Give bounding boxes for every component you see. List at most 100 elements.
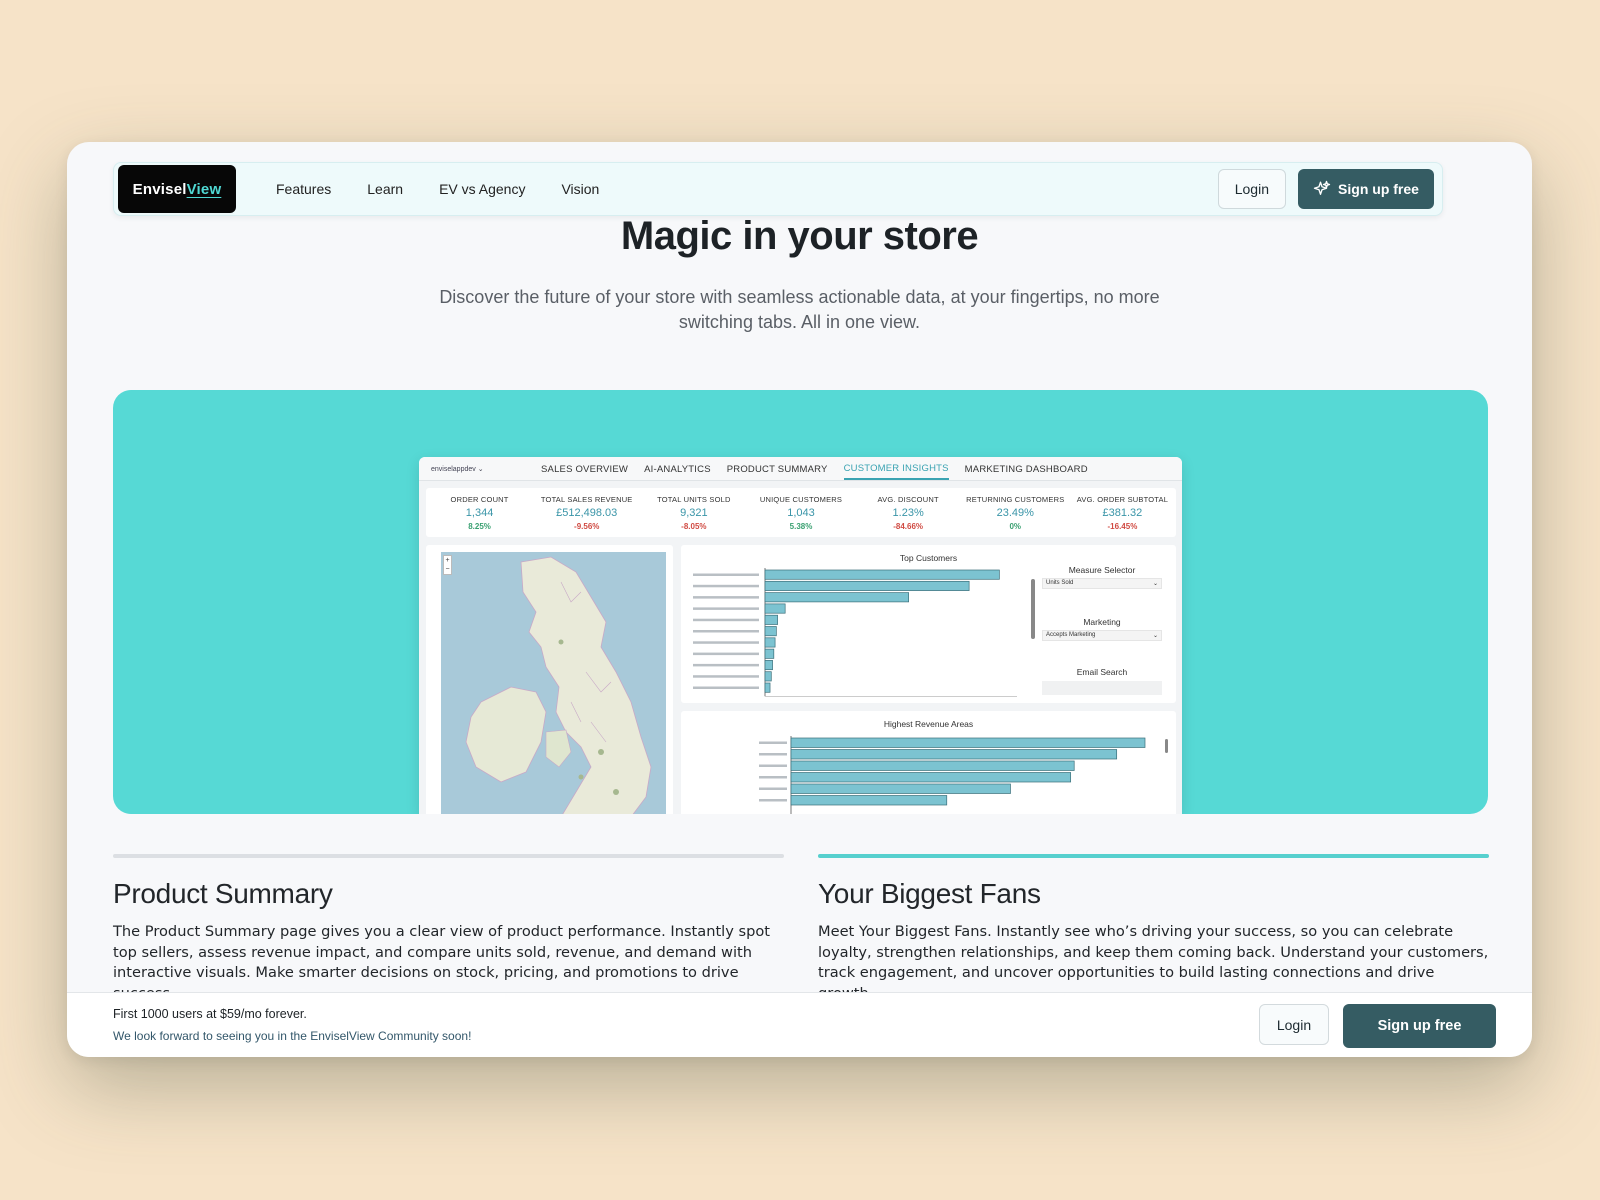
bar <box>764 637 776 648</box>
kpi-label: UNIQUE CUSTOMERS <box>759 495 843 504</box>
y-tick-label <box>693 686 759 689</box>
kpi-label: TOTAL UNITS SOLD <box>657 495 731 504</box>
bar <box>764 614 778 625</box>
kpi-order-count: ORDER COUNT 1,344 8.25% <box>426 488 533 537</box>
y-tick-label <box>693 607 759 610</box>
y-tick-label <box>759 753 787 756</box>
measure-selector-label: Measure Selector <box>1068 565 1136 575</box>
kpi-delta: -84.66% <box>893 522 924 531</box>
logo[interactable]: Envisel View <box>118 165 236 213</box>
top-customers-chart: 0200400600800 <box>693 568 1017 697</box>
top-customers-card: Top Customers 0200400600800 Measure Sele… <box>681 545 1176 703</box>
signup-button[interactable]: Sign up free <box>1298 169 1434 209</box>
feature-biggest-fans: Your Biggest Fans Meet Your Biggest Fans… <box>818 854 1489 1004</box>
kpi-value: 1,043 <box>787 507 815 519</box>
uk-map-graphic <box>441 552 666 814</box>
dashboard-preview: enviselappdev ⌄ SALES OVERVIEW AI-ANALYT… <box>419 457 1182 814</box>
kpi-label: TOTAL SALES REVENUE <box>540 495 633 504</box>
feature-progress-bar <box>818 854 1489 858</box>
browser-window: Envisel View Features Learn EV vs Agency … <box>67 142 1532 1057</box>
email-search-input[interactable] <box>1042 681 1162 695</box>
customer-map-card: + − <box>426 545 673 814</box>
sparkle-icon <box>1313 180 1331 195</box>
logo-main-text: Envisel <box>132 180 187 198</box>
bar <box>790 749 1118 760</box>
kpi-label: RETURNING CUSTOMERS <box>966 495 1065 504</box>
tab-sales-overview[interactable]: SALES OVERVIEW <box>541 458 628 479</box>
promo-bar: First 1000 users at $59/mo forever. We l… <box>67 992 1532 1057</box>
promo-login-button[interactable]: Login <box>1259 1004 1329 1045</box>
kpi-delta: -9.56% <box>574 522 600 531</box>
y-tick-label <box>693 641 759 644</box>
kpi-row: ORDER COUNT 1,344 8.25% TOTAL SALES REVE… <box>426 488 1176 537</box>
marketing-selector-value: Accepts Marketing <box>1046 632 1096 638</box>
dashboard-showcase: enviselappdev ⌄ SALES OVERVIEW AI-ANALYT… <box>113 390 1488 814</box>
bar <box>764 671 772 682</box>
kpi-value: 9,321 <box>680 507 708 519</box>
customer-map[interactable]: + − <box>441 552 666 814</box>
measure-selector[interactable]: Units Sold ⌄ <box>1042 578 1162 589</box>
bar <box>764 648 775 659</box>
kpi-label: AVG. ORDER SUBTOTAL <box>1076 495 1169 504</box>
chart-scrollbar[interactable] <box>1165 739 1168 753</box>
nav-link-ev-vs-agency[interactable]: EV vs Agency <box>439 181 525 197</box>
kpi-delta: 0% <box>1009 522 1022 531</box>
kpi-value: 1.23% <box>892 507 924 519</box>
y-tick-label <box>759 787 787 790</box>
store-selector-value: enviselappdev <box>431 465 476 473</box>
y-tick-label <box>759 741 787 744</box>
login-button[interactable]: Login <box>1217 169 1286 209</box>
hero-title: Magic in your store <box>620 214 979 258</box>
chart-scrollbar[interactable] <box>1031 579 1035 639</box>
kpi-unique-customers: UNIQUE CUSTOMERS 1,043 5.38% <box>747 488 854 537</box>
kpi-value: 1,344 <box>465 507 494 519</box>
dashboard-tabbar: enviselappdev ⌄ SALES OVERVIEW AI-ANALYT… <box>419 457 1182 481</box>
nav-link-learn[interactable]: Learn <box>367 181 403 197</box>
kpi-returning-customers: RETURNING CUSTOMERS 23.49% 0% <box>962 488 1069 537</box>
feature-title: Your Biggest Fans <box>818 878 1041 909</box>
tab-product-summary[interactable]: PRODUCT SUMMARY <box>727 458 828 479</box>
hero-subtitle: Discover the future of your store with s… <box>439 287 1160 332</box>
map-zoom-control[interactable]: + − <box>443 555 452 575</box>
y-tick-label <box>759 776 787 779</box>
signup-button-label: Sign up free <box>1338 181 1419 197</box>
tab-customer-insights[interactable]: CUSTOMER INSIGHTS <box>843 457 949 480</box>
bar <box>764 682 771 693</box>
store-selector[interactable]: enviselappdev ⌄ <box>431 465 541 473</box>
bar <box>764 626 777 637</box>
tab-ai-analytics[interactable]: AI-ANALYTICS <box>644 458 711 479</box>
promo-welcome-text: We look forward to seeing you in the Env… <box>113 1029 472 1043</box>
bar <box>764 592 909 603</box>
nav-link-vision[interactable]: Vision <box>561 181 599 197</box>
kpi-label: AVG. DISCOUNT <box>877 495 939 504</box>
kpi-total-sales-revenue: TOTAL SALES REVENUE £512,498.03 -9.56% <box>533 488 640 537</box>
email-search-label: Email Search <box>1076 667 1128 677</box>
kpi-delta: -16.45% <box>1107 522 1138 531</box>
tab-marketing-dashboard[interactable]: MARKETING DASHBOARD <box>965 458 1088 479</box>
promo-signup-button[interactable]: Sign up free <box>1343 1004 1496 1048</box>
kpi-value: 23.49% <box>996 507 1034 519</box>
zoom-in-button[interactable]: + <box>444 556 451 565</box>
marketing-selector[interactable]: Accepts Marketing ⌄ <box>1042 630 1162 641</box>
y-tick-label <box>693 584 759 588</box>
highest-revenue-areas-chart <box>759 736 1146 814</box>
kpi-value: £381.32 <box>1102 507 1143 519</box>
highest-revenue-areas-card: Highest Revenue Areas <box>681 711 1176 814</box>
kpi-total-units-sold: TOTAL UNITS SOLD 9,321 -8.05% <box>640 488 747 537</box>
top-navbar: Envisel View Features Learn EV vs Agency … <box>113 162 1443 216</box>
y-tick-label <box>693 663 759 667</box>
bar <box>790 737 1146 748</box>
y-tick-label <box>693 573 759 576</box>
y-tick-label <box>693 652 759 656</box>
y-tick-label <box>759 799 787 802</box>
chevron-down-icon: ⌄ <box>1152 581 1158 587</box>
bar <box>764 603 786 614</box>
nav-link-features[interactable]: Features <box>276 181 331 197</box>
zoom-out-button[interactable]: − <box>444 565 451 574</box>
bar <box>790 760 1075 771</box>
y-tick-label <box>693 675 759 678</box>
promo-offer-text: First 1000 users at $59/mo forever. <box>113 1007 307 1021</box>
bar <box>764 660 773 671</box>
kpi-label: ORDER COUNT <box>450 495 509 504</box>
kpi-avg-order-subtotal: AVG. ORDER SUBTOTAL £381.32 -16.45% <box>1069 488 1176 537</box>
